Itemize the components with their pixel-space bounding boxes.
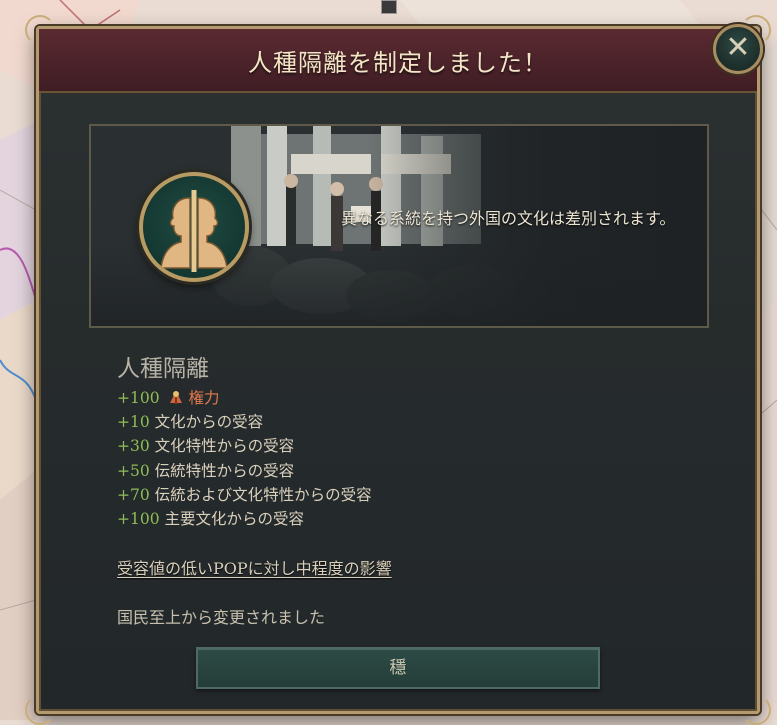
effect-label: 権力 [188,389,220,407]
effect-authority: +100 権力 [117,386,372,410]
dialog-title: 人種隔離を制定しました！ [248,48,548,77]
effect-label: 伝統特性からの受容 [154,461,295,480]
law-name: 人種隔離 [117,356,209,382]
effect-item: +50 伝統特性からの受容 [117,459,372,483]
effect-value: +100 [117,389,160,407]
law-effects-list: +100 権力 +10 文化からの受容 +30 文化特性からの受容 +50 伝統… [117,386,372,531]
corner-ornament [741,695,771,725]
close-icon[interactable]: ✕ [713,24,763,74]
effect-value: +10 [117,413,150,432]
law-description: 異なる系統を持つ外国の文化は差別されます。 [341,209,676,228]
effect-value: +50 [117,461,150,480]
effect-item: +30 文化特性からの受容 [117,434,372,458]
top-ornament [381,0,397,14]
impact-tooltip-link[interactable]: 受容値の低いPOPに対し中程度の影響 [117,555,392,579]
effect-label: 主要文化からの受容 [164,510,305,529]
effect-value: +30 [117,437,150,456]
corner-ornament [25,695,55,725]
effect-item: +10 文化からの受容 [117,410,372,434]
effect-value: +100 [117,510,160,529]
dialog-header: 人種隔離を制定しました！ [39,29,757,93]
effect-item: +70 伝統および文化特性からの受容 [117,483,372,507]
effect-label: 伝統および文化特性からの受容 [154,485,372,504]
authority-icon [167,388,185,406]
effect-label: 文化からの受容 [154,413,264,432]
effect-label: 文化特性からの受容 [154,437,295,456]
effect-value: +70 [117,485,150,504]
ok-button[interactable]: 穩 [196,647,600,689]
effect-item: +100 主要文化からの受容 [117,507,372,531]
law-illustration: 異なる系統を持つ外国の文化は差別されます。 [89,124,709,328]
law-enacted-dialog: 人種隔離を制定しました！ 異なる系統を持つ外国の文化は差別されます。 人種隔離 … [25,15,771,725]
changed-from-text: 国民至上から変更されました [117,608,326,627]
law-racial-segregation-icon [139,172,249,282]
